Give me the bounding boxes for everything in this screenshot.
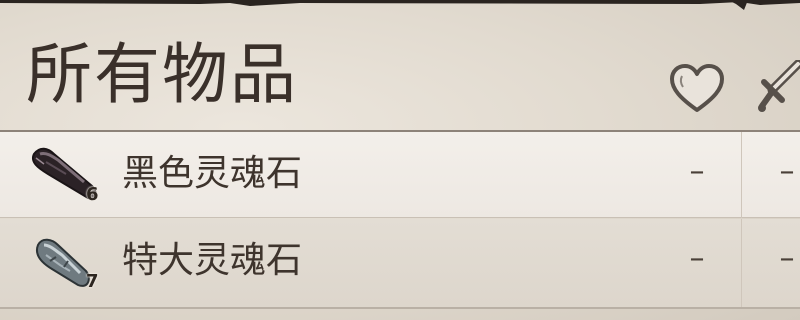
- stat-value-heart: –: [689, 241, 705, 276]
- stat-value-sword: –: [779, 154, 795, 189]
- column-divider: [741, 219, 742, 307]
- column-divider: [741, 132, 742, 218]
- stat-value-sword: –: [779, 241, 795, 276]
- torn-edge-decoration: [0, 0, 800, 10]
- sword-icon[interactable]: [758, 60, 800, 118]
- stat-value-heart: –: [689, 154, 705, 189]
- item-name: 黑色灵魂石: [122, 153, 303, 194]
- list-item[interactable]: 6 黑色灵魂石 – –: [0, 132, 800, 218]
- panel-title: 所有物品: [26, 36, 298, 113]
- item-count: 7: [86, 271, 99, 292]
- heart-icon[interactable]: [668, 62, 726, 114]
- item-count: 6: [86, 184, 99, 205]
- item-name: 特大灵魂石: [122, 240, 303, 281]
- list-item[interactable]: 7 特大灵魂石 – –: [0, 219, 800, 309]
